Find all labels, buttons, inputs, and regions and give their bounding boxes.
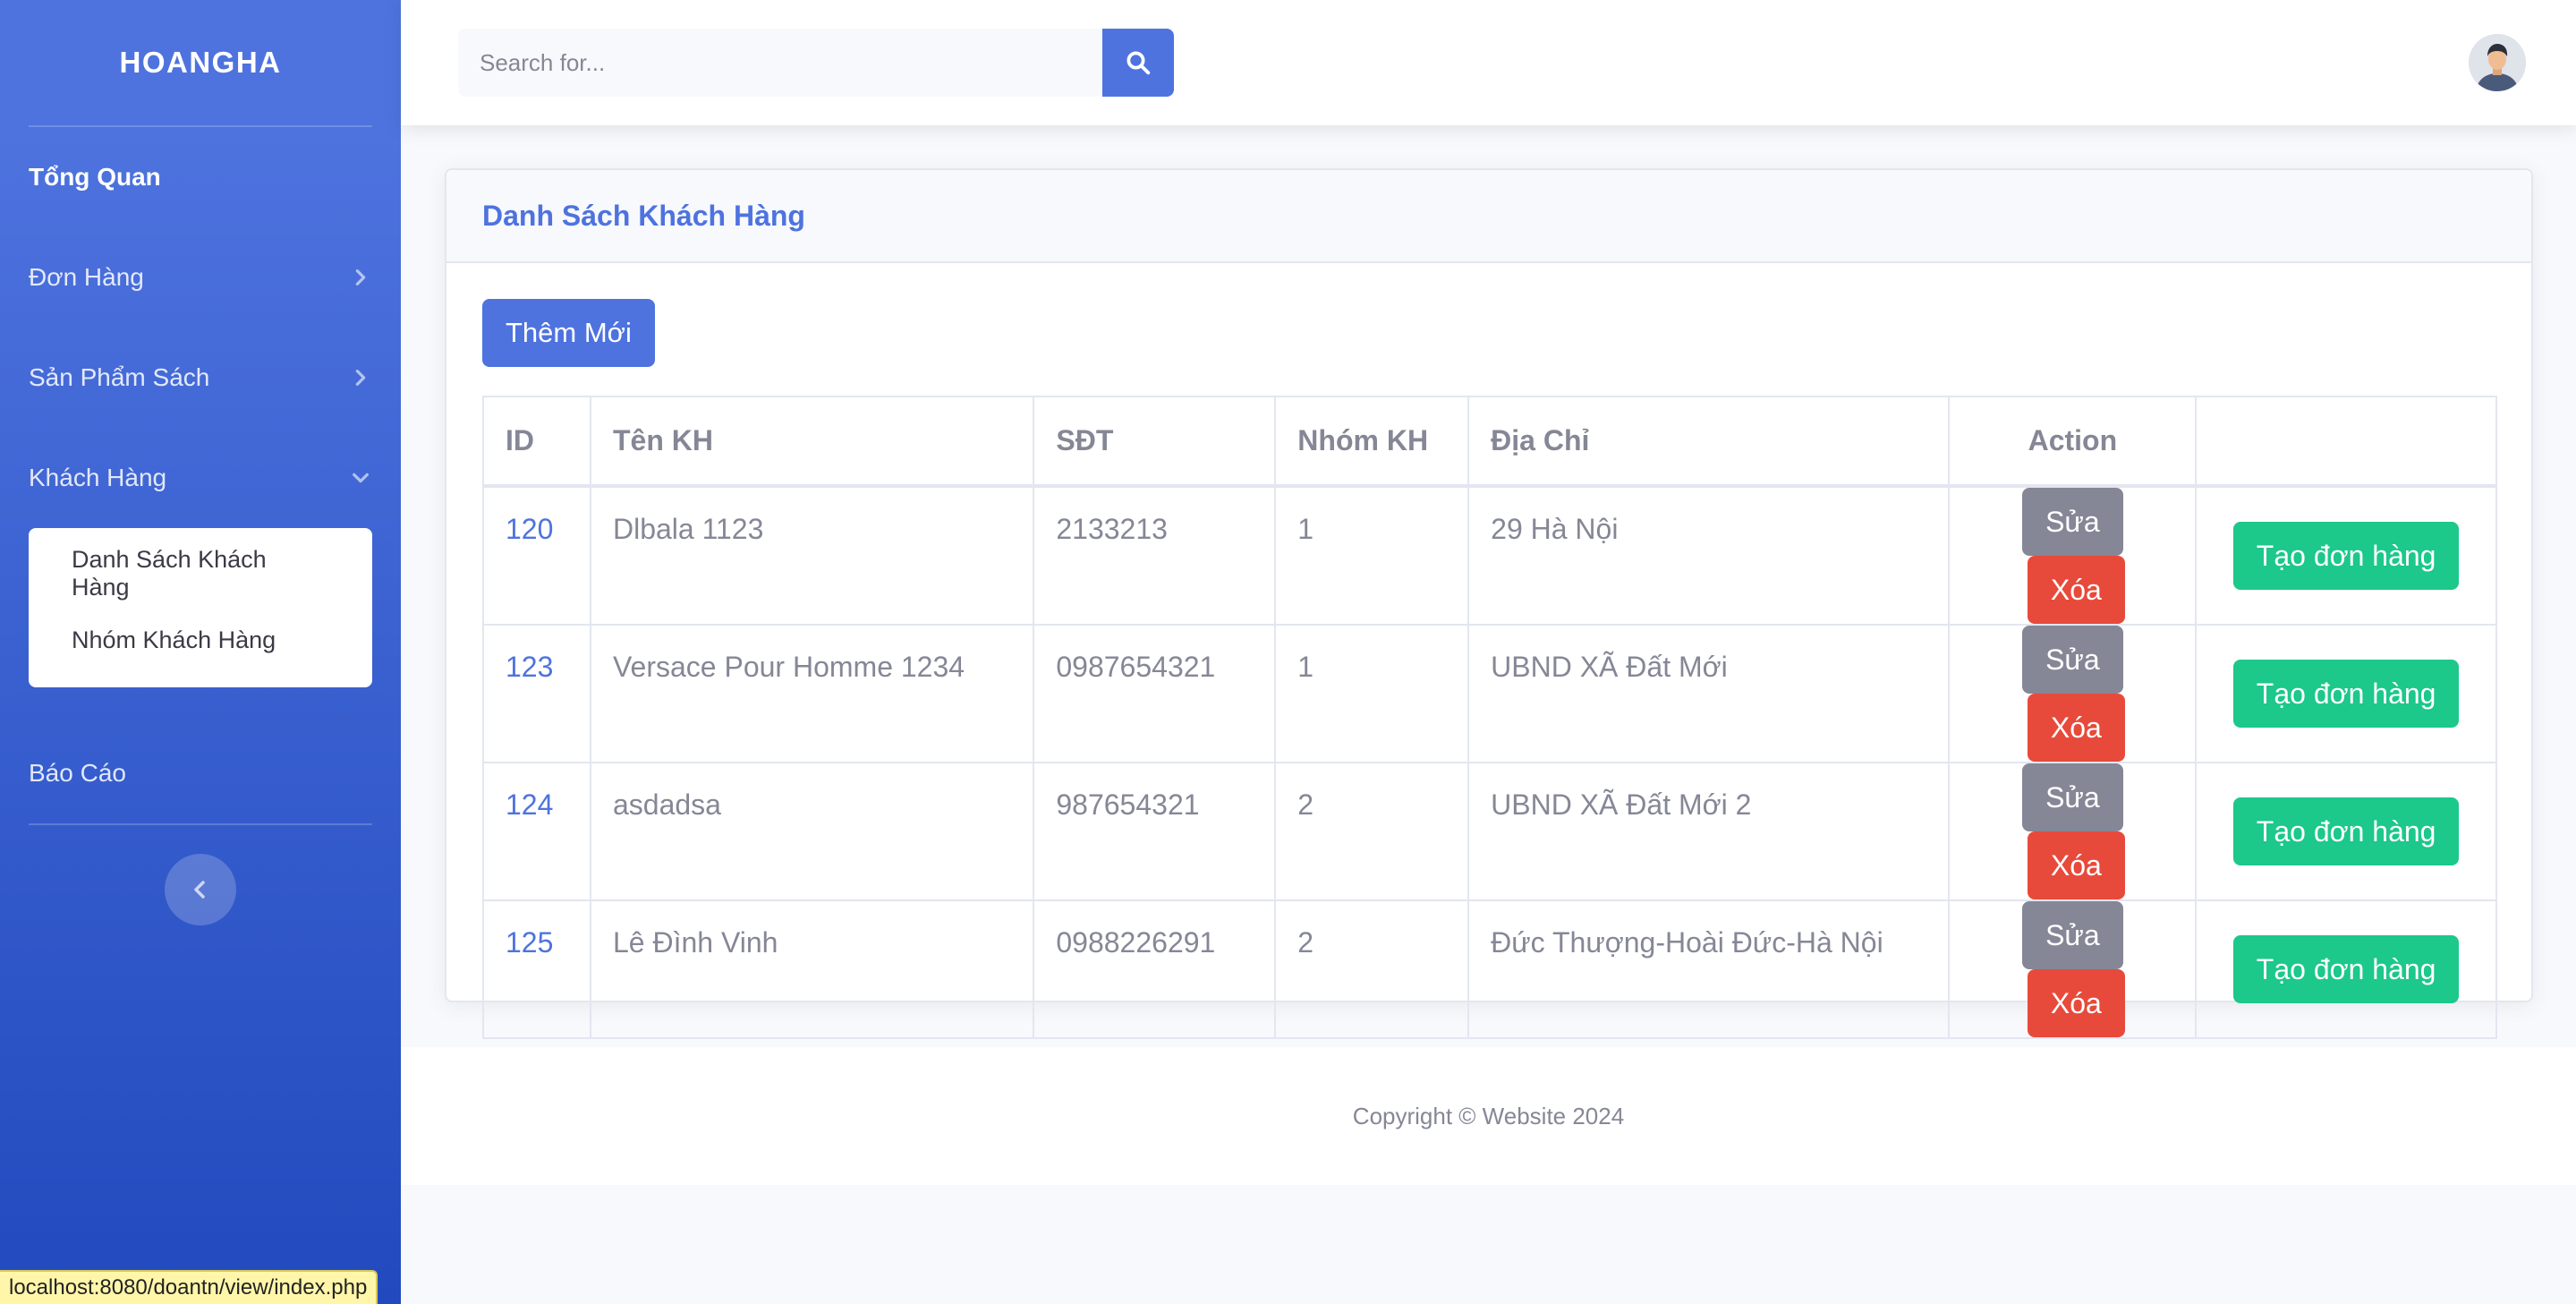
column-header-id: ID — [482, 396, 591, 488]
cell-name: Dlbala 1123 — [589, 485, 1035, 626]
cell-create-order: Tạo đơn hàng — [2195, 485, 2497, 626]
cell-address: UBND XÃ Đất Mới — [1467, 624, 1951, 763]
topbar — [401, 0, 2576, 125]
delete-button[interactable]: Xóa — [2027, 831, 2125, 899]
cell-group: 1 — [1274, 485, 1470, 626]
column-header-action: Action — [1948, 396, 2198, 488]
create-order-button[interactable]: Tạo đơn hàng — [2232, 660, 2460, 728]
sidebar-item-label: Khách Hàng — [29, 464, 167, 491]
copyright-text: Copyright © Website 2024 — [1352, 1102, 1625, 1129]
edit-button[interactable]: Sửa — [2022, 901, 2123, 969]
column-header-group: Nhóm KH — [1274, 396, 1470, 488]
cell-actions: SửaXóa — [1948, 624, 2198, 763]
sidebar-item-label: Tổng Quan — [29, 163, 161, 191]
cell-name: Lê Đình Vinh — [589, 899, 1035, 1039]
cell-id[interactable]: 125 — [482, 899, 591, 1039]
search-input[interactable] — [458, 29, 1102, 97]
edit-button[interactable]: Sửa — [2022, 626, 2123, 694]
sidebar-item-orders[interactable]: Đơn Hàng — [0, 227, 401, 328]
sidebar-toggle-button[interactable] — [165, 854, 236, 925]
table-row: 124 asdadsa 987654321 2 UBND XÃ Đất Mới … — [482, 762, 2497, 901]
customers-submenu: Danh Sách Khách Hàng Nhóm Khách Hàng — [29, 528, 372, 687]
add-new-button[interactable]: Thêm Mới — [482, 299, 655, 367]
cell-create-order: Tạo đơn hàng — [2195, 762, 2497, 901]
cell-name: asdadsa — [589, 762, 1035, 901]
chevron-down-icon — [349, 466, 372, 490]
cell-address: 29 Hà Nội — [1467, 485, 1951, 626]
footer: Copyright © Website 2024 — [401, 1047, 2576, 1185]
sidebar-item-label: Đơn Hàng — [29, 263, 144, 291]
cell-phone: 987654321 — [1033, 762, 1277, 901]
column-header-address: Địa Chỉ — [1467, 396, 1951, 488]
card-body: Thêm Mới ID Tên KH SĐT Nhóm KH Địa Chỉ A… — [446, 263, 2531, 1075]
brand-logo[interactable]: HOANGHA — [0, 0, 401, 125]
table-row: 125 Lê Đình Vinh 0988226291 2 Đức Thượng… — [482, 899, 2497, 1039]
column-header-extra — [2195, 396, 2497, 488]
delete-button[interactable]: Xóa — [2027, 694, 2125, 762]
sidebar-item-overview[interactable]: Tổng Quan — [0, 127, 401, 227]
sidebar: HOANGHA Tổng Quan Đơn Hàng Sản Phẩm Sách… — [0, 0, 401, 1304]
cell-create-order: Tạo đơn hàng — [2195, 624, 2497, 763]
sidebar-toggle-wrap — [0, 854, 401, 925]
page-title: Danh Sách Khách Hàng — [482, 199, 805, 232]
column-header-name: Tên KH — [589, 396, 1035, 488]
edit-button[interactable]: Sửa — [2022, 763, 2123, 831]
chevron-right-icon — [349, 366, 372, 389]
cell-create-order: Tạo đơn hàng — [2195, 899, 2497, 1039]
card-header: Danh Sách Khách Hàng — [446, 170, 2531, 263]
user-avatar-icon — [2469, 34, 2526, 91]
cell-group: 1 — [1274, 624, 1470, 763]
cell-actions: SửaXóa — [1948, 762, 2198, 901]
search-icon — [1126, 51, 1151, 75]
cell-name: Versace Pour Homme 1234 — [589, 624, 1035, 763]
edit-button[interactable]: Sửa — [2022, 488, 2123, 556]
sidebar-item-reports[interactable]: Báo Cáo — [0, 723, 401, 823]
sidebar-item-books[interactable]: Sản Phẩm Sách — [0, 328, 401, 428]
table-header-row: ID Tên KH SĐT Nhóm KH Địa Chỉ Action — [482, 396, 2497, 488]
submenu-item-customer-list[interactable]: Danh Sách Khách Hàng — [29, 541, 372, 607]
sidebar-item-label: Báo Cáo — [29, 759, 126, 787]
browser-status-url: localhost:8080/doantn/view/index.php — [0, 1270, 378, 1304]
chevron-right-icon — [349, 266, 372, 289]
table-row: 123 Versace Pour Homme 1234 0987654321 1… — [482, 624, 2497, 763]
table-row: 120 Dlbala 1123 2133213 1 29 Hà Nội SửaX… — [482, 485, 2497, 626]
chevron-left-icon — [194, 881, 205, 899]
cell-id[interactable]: 124 — [482, 762, 591, 901]
cell-id[interactable]: 120 — [482, 485, 591, 626]
cell-group: 2 — [1274, 899, 1470, 1039]
cell-id[interactable]: 123 — [482, 624, 591, 763]
sidebar-item-label: Sản Phẩm Sách — [29, 363, 210, 391]
cell-phone: 0988226291 — [1033, 899, 1277, 1039]
delete-button[interactable]: Xóa — [2027, 556, 2125, 624]
search-button[interactable] — [1102, 29, 1174, 97]
cell-phone: 2133213 — [1033, 485, 1277, 626]
sidebar-divider — [29, 823, 372, 825]
cell-group: 2 — [1274, 762, 1470, 901]
create-order-button[interactable]: Tạo đơn hàng — [2232, 522, 2460, 590]
sidebar-item-customers[interactable]: Khách Hàng — [0, 428, 401, 528]
cell-address: Đức Thượng-Hoài Đức-Hà Nội — [1467, 899, 1951, 1039]
avatar[interactable] — [2469, 34, 2526, 91]
cell-actions: SửaXóa — [1948, 485, 2198, 626]
cell-phone: 0987654321 — [1033, 624, 1277, 763]
submenu-item-customer-groups[interactable]: Nhóm Khách Hàng — [29, 607, 372, 673]
cell-actions: SửaXóa — [1948, 899, 2198, 1039]
column-header-phone: SĐT — [1033, 396, 1277, 488]
create-order-button[interactable]: Tạo đơn hàng — [2232, 797, 2460, 865]
create-order-button[interactable]: Tạo đơn hàng — [2232, 935, 2460, 1003]
cell-address: UBND XÃ Đất Mới 2 — [1467, 762, 1951, 901]
customer-table: ID Tên KH SĐT Nhóm KH Địa Chỉ Action 120… — [482, 396, 2497, 1039]
delete-button[interactable]: Xóa — [2027, 969, 2125, 1037]
search-form — [458, 29, 1174, 97]
customer-list-card: Danh Sách Khách Hàng Thêm Mới ID Tên KH … — [445, 168, 2533, 1039]
